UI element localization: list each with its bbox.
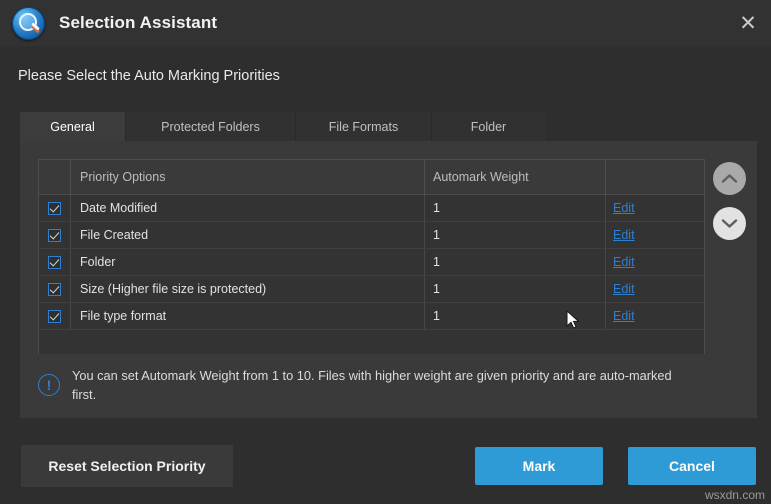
table-row[interactable]: File Created 1 Edit [39,222,704,249]
tab-protected-folders[interactable]: Protected Folders [126,112,296,141]
magnifier-pencil-icon [12,7,45,40]
header-cell-action [606,160,704,194]
cancel-button[interactable]: Cancel [628,447,756,485]
selection-assistant-dialog: Selection Assistant ✕ Please Select the … [0,0,771,504]
info-note-text: You can set Automark Weight from 1 to 10… [72,367,682,404]
row-option-label: File type format [80,309,166,323]
info-exclamation-icon: ! [38,374,60,396]
chevron-down-icon [721,218,738,229]
move-up-button[interactable] [713,162,746,195]
row-weight-value: 1 [433,309,440,323]
tab-file-formats[interactable]: File Formats [296,112,432,141]
row-checkbox-file-type-format[interactable] [48,310,61,323]
table-row[interactable]: File type format 1 Edit [39,303,704,330]
row-checkbox-folder[interactable] [48,256,61,269]
row-edit-link[interactable]: Edit [613,201,635,215]
row-edit-link[interactable]: Edit [613,255,635,269]
row-weight-value: 1 [433,282,440,296]
row-option-label: File Created [80,228,148,242]
tab-folder[interactable]: Folder [432,112,545,141]
table-header-row: Priority Options Automark Weight [39,160,704,195]
header-priority-options: Priority Options [80,170,165,184]
tab-bar: General Protected Folders File Formats F… [20,112,546,141]
row-weight-value: 1 [433,201,440,215]
row-weight-value: 1 [433,228,440,242]
table-empty-area [39,330,704,354]
window-title: Selection Assistant [59,13,217,33]
row-option-label: Folder [80,255,115,269]
row-checkbox-date-modified[interactable] [48,202,61,215]
row-edit-link[interactable]: Edit [613,282,635,296]
watermark: wsxdn.com [705,488,765,502]
title-bar: Selection Assistant ✕ [0,0,771,46]
row-option-label: Date Modified [80,201,157,215]
reset-selection-priority-button[interactable]: Reset Selection Priority [21,445,233,487]
row-option-label: Size (Higher file size is protected) [80,282,266,296]
close-icon[interactable]: ✕ [733,8,763,38]
page-title: Please Select the Auto Marking Prioritie… [18,68,280,84]
tab-general[interactable]: General [20,112,126,141]
header-cell-checkbox [39,160,71,194]
row-checkbox-file-created[interactable] [48,229,61,242]
chevron-up-icon [721,173,738,184]
table-row[interactable]: Size (Higher file size is protected) 1 E… [39,276,704,303]
table-row[interactable]: Date Modified 1 Edit [39,195,704,222]
mark-button[interactable]: Mark [475,447,603,485]
row-edit-link[interactable]: Edit [613,309,635,323]
move-down-button[interactable] [713,207,746,240]
row-edit-link[interactable]: Edit [613,228,635,242]
info-note: ! You can set Automark Weight from 1 to … [38,367,718,404]
tab-content-panel: Priority Options Automark Weight Date Mo… [20,141,757,418]
header-automark-weight: Automark Weight [433,170,529,184]
row-weight-value: 1 [433,255,440,269]
priority-options-table: Priority Options Automark Weight Date Mo… [38,159,705,354]
table-row[interactable]: Folder 1 Edit [39,249,704,276]
row-checkbox-size[interactable] [48,283,61,296]
